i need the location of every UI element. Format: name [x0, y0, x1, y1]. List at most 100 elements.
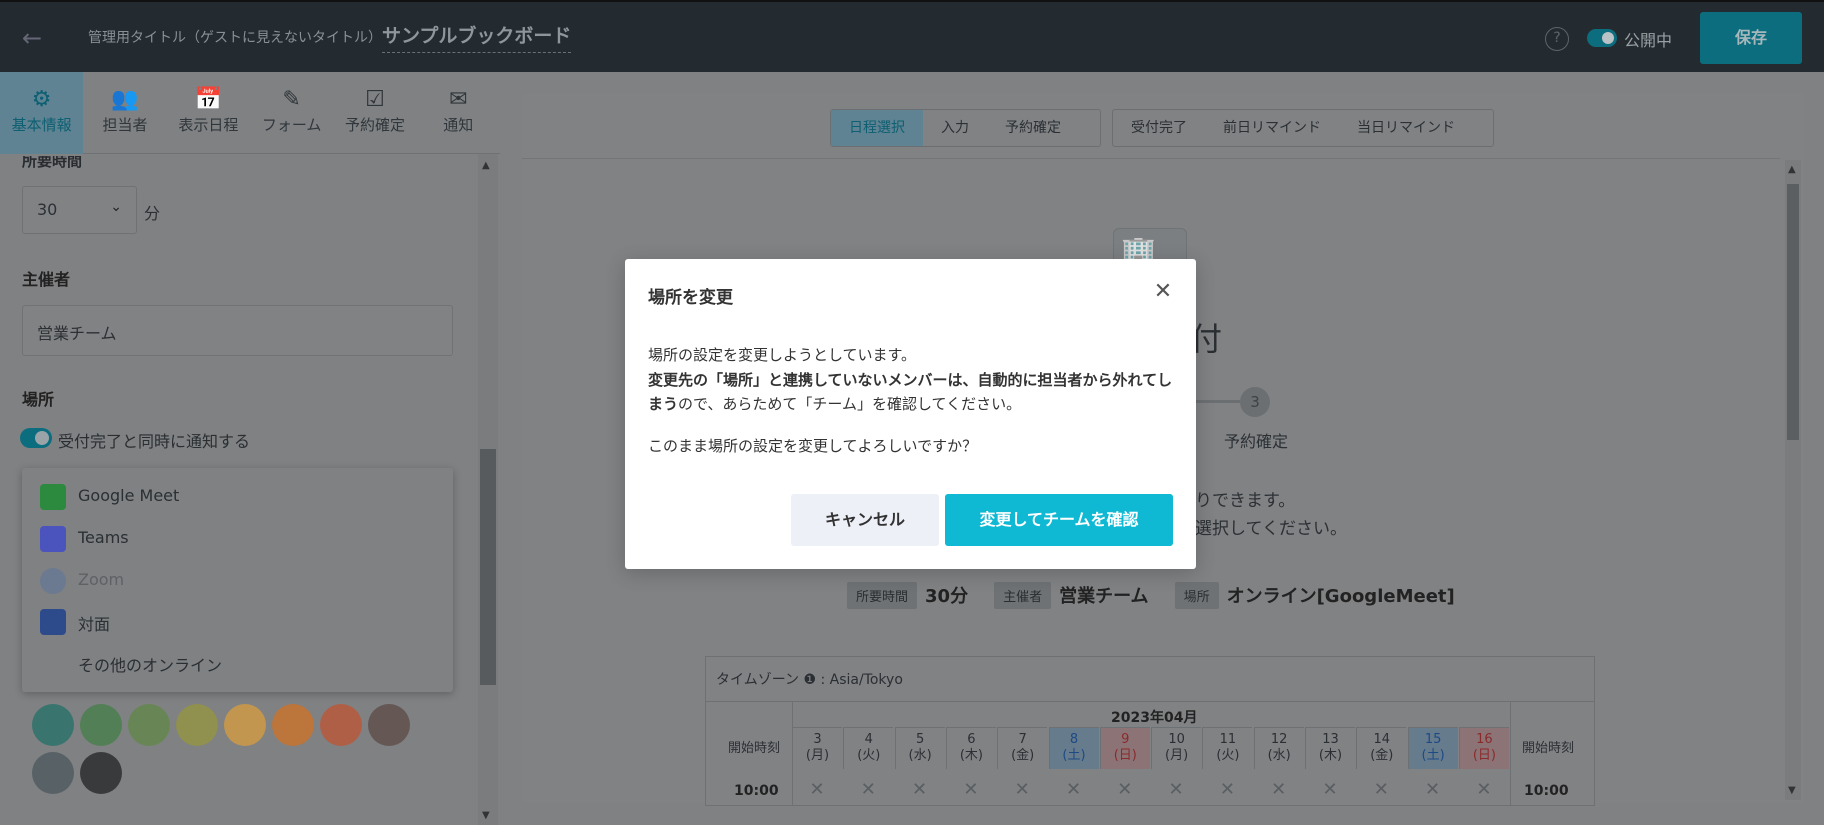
tab-people[interactable]: 👥 担当者	[83, 72, 166, 154]
color-swatch[interactable]	[32, 752, 74, 794]
info-value: オンライン[GoogleMeet]	[1226, 586, 1455, 607]
tab-sliders[interactable]: ⚙ 基本情報	[0, 72, 84, 154]
scroll-down-icon[interactable]: ▼	[1788, 785, 1796, 796]
step-tabs-group-1: 日程選択 入力 予約確定	[830, 109, 1101, 147]
place-dropdown: Google Meet Teams Zoom 対面 その他のオンライン	[22, 468, 453, 692]
preview-step-tab[interactable]: 前日リマインド	[1205, 110, 1339, 146]
left-scrollbar[interactable]: ▲ ▼	[478, 154, 498, 825]
color-swatch[interactable]	[80, 704, 122, 746]
cancel-button[interactable]: キャンセル	[791, 494, 939, 546]
day-weekday: (木)	[959, 748, 983, 763]
day-weekday: (月)	[1165, 748, 1189, 763]
calendar-table: タイムゾーン ❶ : Asia/Tokyo 2023年04月 開始時刻 開始時刻…	[705, 656, 1595, 806]
tab-check-list[interactable]: ☑ 予約確定	[333, 72, 416, 154]
dialog-question: このまま場所の設定を変更してよろしいですか？	[648, 437, 978, 455]
scroll-up-icon[interactable]: ▲	[1788, 164, 1796, 175]
day-weekday: (金)	[1370, 748, 1394, 763]
calendar-day-header: 8 (土)	[1048, 727, 1099, 769]
place-option[interactable]: 対面	[22, 601, 453, 641]
slot-unavailable-icon: ✕	[1014, 779, 1030, 800]
place-option[interactable]: その他のオンライン	[22, 642, 453, 682]
duration-select[interactable]: 30 ⌄	[22, 186, 137, 234]
day-weekday: (木)	[1318, 748, 1343, 763]
confirm-change-button[interactable]: 変更してチームを確認	[945, 494, 1173, 546]
time-slot-label-left: 10:00	[734, 783, 779, 799]
info-value: 30分	[925, 586, 969, 607]
slot-unavailable-icon: ✕	[1219, 779, 1235, 800]
preview-scrollbar-thumb[interactable]	[1787, 184, 1799, 440]
day-weekday: (水)	[1267, 748, 1291, 763]
tab-form-edit[interactable]: ✎ フォーム	[250, 72, 333, 154]
slot-unavailable-icon: ✕	[1065, 779, 1082, 800]
save-button[interactable]: 保存	[1700, 12, 1802, 64]
color-swatch[interactable]	[128, 704, 170, 746]
place-option[interactable]: Teams	[22, 518, 453, 558]
scroll-down-icon[interactable]: ▼	[482, 810, 490, 821]
info-chip: 主催者	[994, 581, 1052, 609]
color-swatch[interactable]	[224, 704, 266, 746]
scroll-up-icon[interactable]: ▲	[482, 160, 490, 171]
change-place-dialog: 場所を変更 ✕ 場所の設定を変更しようとしています。 変更先の「場所」と連携して…	[625, 259, 1196, 569]
slot-unavailable-icon: ✕	[1373, 779, 1389, 800]
dialog-message-line-1: 場所の設定を変更しようとしています。	[648, 346, 917, 364]
duration-unit: 分	[144, 204, 161, 223]
calendar-month: 2023年04月	[1111, 710, 1198, 726]
place-option[interactable]: Google Meet	[22, 476, 453, 516]
calendar-day-header: 4 (火)	[843, 727, 894, 769]
day-weekday: (水)	[908, 748, 932, 763]
day-number: 4	[864, 732, 873, 747]
notify-toggle-label: 受付完了と同時に通知する	[58, 432, 251, 451]
place-option-label: Zoom	[78, 570, 125, 589]
step-3-label: 予約確定	[1224, 432, 1289, 451]
preview-step-tab[interactable]: 受付完了	[1113, 110, 1205, 146]
host-label: 主催者	[22, 270, 71, 289]
preview-step-tab[interactable]: 日程選択	[831, 110, 923, 146]
calendar-day-header: 11 (火)	[1202, 727, 1253, 769]
tab-calendar[interactable]: 📅 表示日程	[167, 72, 250, 154]
tab-mail[interactable]: ✉ 通知	[417, 72, 500, 154]
help-icon[interactable]: ?	[1545, 27, 1569, 51]
preview-step-tab[interactable]: 入力	[923, 110, 987, 146]
calendar-day-header: 14 (金)	[1356, 727, 1407, 769]
left-scrollbar-thumb[interactable]	[480, 449, 496, 685]
divider	[522, 158, 1780, 159]
host-input[interactable]: 営業チーム	[22, 305, 453, 356]
day-weekday: (土)	[1062, 748, 1086, 763]
preview-scrollbar[interactable]: ▲ ▼	[1785, 160, 1801, 800]
tab-label: フォーム	[261, 116, 322, 134]
slot-unavailable-icon: ✕	[1117, 779, 1133, 800]
day-weekday: (月)	[805, 748, 830, 763]
tab-label: 通知	[443, 116, 474, 134]
close-icon[interactable]: ✕	[1150, 279, 1176, 305]
day-number: 7	[1018, 732, 1027, 747]
calendar-day-header: 15 (土)	[1407, 727, 1458, 769]
people-icon: 👥	[111, 87, 139, 112]
preview-description-line-2: 選択してください。	[1195, 519, 1347, 539]
color-swatch[interactable]	[80, 752, 122, 794]
color-swatch[interactable]	[368, 704, 410, 746]
color-swatch[interactable]	[272, 704, 314, 746]
color-swatch[interactable]	[320, 704, 362, 746]
preview-step-tab[interactable]: 当日リマインド	[1339, 110, 1473, 146]
tab-label: 基本情報	[11, 116, 72, 134]
place-label: 場所	[22, 390, 55, 409]
tab-label: 予約確定	[344, 116, 405, 134]
board-title-input[interactable]: サンプルブックボード	[382, 21, 572, 53]
map-icon	[40, 609, 66, 635]
admin-title-label: 管理用タイトル（ゲストに見えないタイトル）	[88, 30, 382, 46]
color-swatch[interactable]	[176, 704, 218, 746]
public-toggle[interactable]	[1587, 29, 1617, 47]
color-swatch[interactable]	[32, 704, 74, 746]
day-number: 15	[1424, 732, 1442, 747]
place-option[interactable]: Zoom	[22, 560, 453, 600]
notify-toggle[interactable]	[20, 428, 52, 448]
preview-step-tab[interactable]: 予約確定	[987, 110, 1079, 146]
step-tabs-group-2: 受付完了 前日リマインド 当日リマインド	[1112, 109, 1494, 147]
day-number: 11	[1219, 732, 1237, 747]
back-arrow-icon[interactable]: ←	[14, 20, 50, 56]
slot-unavailable-icon: ✕	[1322, 779, 1338, 800]
slot-unavailable-icon: ✕	[963, 779, 979, 800]
calendar-icon: 📅	[194, 87, 223, 112]
dialog-message-warning: 変更先の「場所」と連携していないメンバーは、自動的に担当者から外れてしまうので、…	[648, 368, 1173, 416]
top-bar: ← 管理用タイトル（ゲストに見えないタイトル） サンプルブックボード ? 公開中…	[0, 0, 1824, 72]
